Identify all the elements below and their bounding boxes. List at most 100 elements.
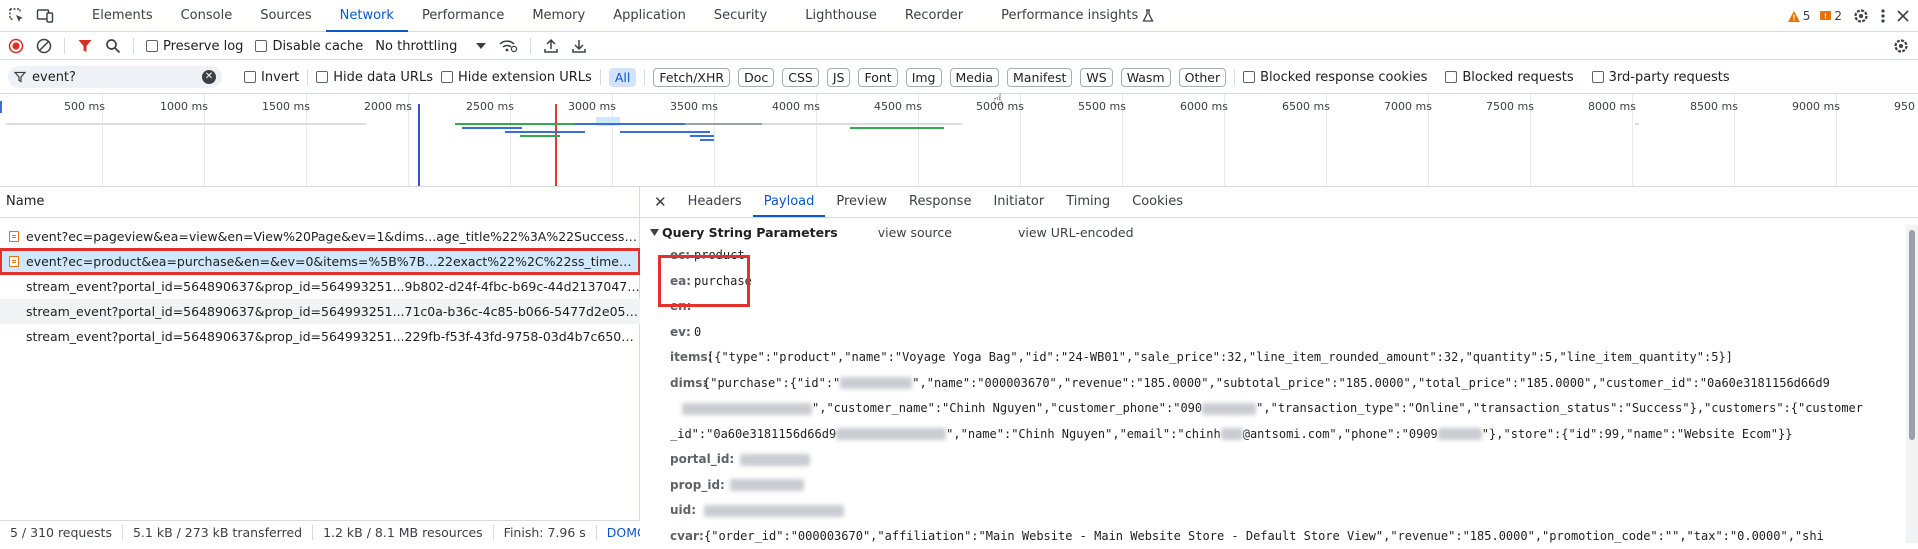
export-har-icon[interactable] xyxy=(571,38,587,54)
type-filter-all[interactable]: All xyxy=(609,68,637,87)
type-filter-other[interactable]: Other xyxy=(1179,68,1227,87)
tab-headers[interactable]: Headers xyxy=(677,187,753,217)
type-filter-ws[interactable]: WS xyxy=(1080,68,1112,87)
close-devtools-icon[interactable] xyxy=(1896,9,1910,23)
detail-tab-bar: ✕ Headers Payload Preview Response Initi… xyxy=(640,187,1918,218)
param-value xyxy=(730,473,804,499)
hide-extension-urls-checkbox[interactable]: Hide extension URLs xyxy=(441,70,592,85)
record-stop-icon[interactable] xyxy=(8,38,24,54)
clear-icon[interactable] xyxy=(36,38,52,54)
network-overview-timeline[interactable]: 500 ms 1000 ms 1500 ms 2000 ms 2500 ms 3… xyxy=(0,94,1918,187)
view-source-link[interactable]: view source xyxy=(878,225,952,240)
tab-memory[interactable]: Memory xyxy=(518,0,599,31)
type-filter-js[interactable]: JS xyxy=(827,68,851,87)
type-filter-font[interactable]: Font xyxy=(858,68,897,87)
clear-filter-icon[interactable]: ✕ xyxy=(202,70,216,84)
param-row-dims: dims: {"purchase":{"id":"","name":"00000… xyxy=(640,371,1900,397)
tab-security[interactable]: Security xyxy=(700,0,781,31)
redacted-value xyxy=(704,505,844,517)
warning-icon xyxy=(1788,11,1800,22)
type-filter-wasm[interactable]: Wasm xyxy=(1121,68,1171,87)
third-party-requests-checkbox[interactable]: 3rd-party requests xyxy=(1592,70,1730,85)
tab-payload[interactable]: Payload xyxy=(753,187,826,217)
param-row-items: items: [{"type":"product","name":"Voyage… xyxy=(640,345,1900,371)
checkbox-box[interactable] xyxy=(1243,71,1255,83)
checkbox-box[interactable] xyxy=(146,40,158,52)
type-filter-manifest[interactable]: Manifest xyxy=(1007,68,1072,87)
experiment-flask-icon xyxy=(1142,9,1154,32)
param-key: prop_id: xyxy=(670,473,725,499)
type-filter-css[interactable]: CSS xyxy=(782,68,819,87)
filter-input[interactable]: event? ✕ xyxy=(8,66,222,88)
network-conditions-icon[interactable] xyxy=(498,38,518,54)
import-har-icon[interactable] xyxy=(543,38,559,54)
tab-elements[interactable]: Elements xyxy=(78,0,167,31)
warnings-badge[interactable]: 5 xyxy=(1788,9,1811,23)
tab-cookies[interactable]: Cookies xyxy=(1121,187,1194,217)
device-toolbar-icon[interactable] xyxy=(36,7,54,25)
inspect-element-icon[interactable] xyxy=(8,7,26,25)
checkbox-box[interactable] xyxy=(244,71,256,83)
disable-cache-checkbox[interactable]: Disable cache xyxy=(255,39,363,54)
type-filter-img[interactable]: Img xyxy=(906,68,942,87)
hide-data-urls-checkbox[interactable]: Hide data URLs xyxy=(316,70,433,85)
checkbox-box[interactable] xyxy=(1445,71,1457,83)
type-filter-doc[interactable]: Doc xyxy=(738,68,774,87)
checkbox-box[interactable] xyxy=(1592,71,1604,83)
status-bar: 5 / 310 requests 5.1 kB / 273 kB transfe… xyxy=(0,520,640,543)
timeline-request-bar xyxy=(850,127,944,129)
expand-triangle-icon[interactable] xyxy=(650,229,659,236)
view-url-encoded-link[interactable]: view URL-encoded xyxy=(1018,225,1134,240)
throttling-select[interactable]: No throttling xyxy=(375,39,486,54)
filter-funnel-icon xyxy=(14,71,26,83)
tab-recorder[interactable]: Recorder xyxy=(891,0,977,31)
tab-network[interactable]: Network xyxy=(326,0,408,32)
checkbox-box[interactable] xyxy=(255,40,267,52)
type-filter-media[interactable]: Media xyxy=(950,68,1000,87)
tab-sources[interactable]: Sources xyxy=(246,0,325,31)
filter-icon[interactable] xyxy=(77,38,93,54)
section-header[interactable]: Query String Parameters view source view… xyxy=(640,222,1900,242)
param-value-part: ","name":"000003670","revenue":"185.0000… xyxy=(912,376,1830,390)
network-settings-gear-icon[interactable] xyxy=(1892,37,1910,55)
issues-badge[interactable]: 2 xyxy=(1820,9,1842,23)
request-name: stream_event?portal_id=564890637&prop_id… xyxy=(26,304,640,319)
divider xyxy=(64,38,65,54)
timeline-request-bar xyxy=(0,101,2,113)
request-row[interactable]: stream_event?portal_id=564890637&prop_id… xyxy=(0,274,640,299)
divider xyxy=(307,69,308,85)
request-row[interactable]: stream_event?portal_id=564890637&prop_id… xyxy=(0,299,640,324)
timeline-request-bar xyxy=(620,131,710,133)
tab-performance-insights[interactable]: Performance insights xyxy=(977,0,1142,31)
type-filter-fetch-xhr[interactable]: Fetch/XHR xyxy=(653,68,730,87)
more-options-icon[interactable] xyxy=(1880,8,1886,24)
tab-performance[interactable]: Performance xyxy=(408,0,518,31)
request-row[interactable]: stream_event?portal_id=564890637&prop_id… xyxy=(0,324,640,349)
search-icon[interactable] xyxy=(105,38,121,54)
checkbox-box[interactable] xyxy=(316,71,328,83)
tab-response[interactable]: Response xyxy=(898,187,982,217)
scrollbar-thumb[interactable] xyxy=(1909,230,1915,440)
preserve-log-checkbox[interactable]: Preserve log xyxy=(146,39,243,54)
close-detail-icon[interactable]: ✕ xyxy=(654,193,667,211)
request-row-selected[interactable]: event?ec=product&ea=purchase&en=&ev=0&it… xyxy=(0,249,640,274)
blocked-response-cookies-checkbox[interactable]: Blocked response cookies xyxy=(1243,70,1427,85)
timeline-request-bar xyxy=(462,127,522,129)
timeline-request-bar xyxy=(455,123,575,125)
tab-console[interactable]: Console xyxy=(167,0,247,31)
redacted-value xyxy=(730,479,804,491)
invert-checkbox[interactable]: Invert xyxy=(244,70,299,85)
name-column-header[interactable]: Name xyxy=(0,187,639,218)
tab-initiator[interactable]: Initiator xyxy=(982,187,1055,217)
tab-lighthouse[interactable]: Lighthouse xyxy=(781,0,891,31)
blocked-requests-checkbox[interactable]: Blocked requests xyxy=(1445,70,1573,85)
tab-application[interactable]: Application xyxy=(599,0,700,31)
tab-preview[interactable]: Preview xyxy=(825,187,898,217)
vertical-scrollbar[interactable] xyxy=(1906,225,1918,543)
settings-gear-icon[interactable] xyxy=(1852,7,1870,25)
param-value: _id":"0a60e3181156d66d9","name":"Chinh N… xyxy=(670,422,1792,448)
timeline-tick-label: 2000 ms xyxy=(364,100,412,113)
tab-timing[interactable]: Timing xyxy=(1055,187,1121,217)
request-row[interactable]: event?ec=pageview&ea=view&en=View%20Page… xyxy=(0,224,640,249)
checkbox-box[interactable] xyxy=(441,71,453,83)
